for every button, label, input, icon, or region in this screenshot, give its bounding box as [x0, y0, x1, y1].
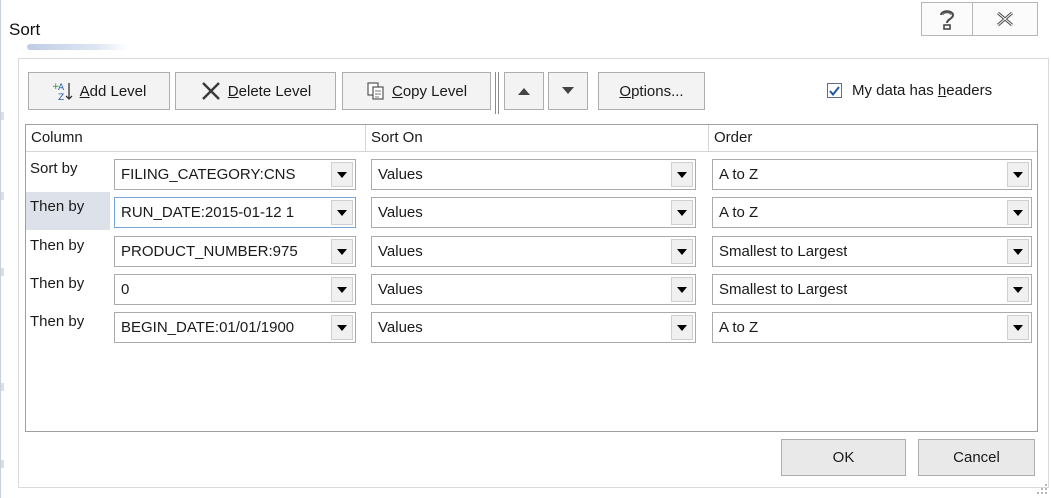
- svg-text:Z: Z: [58, 93, 64, 102]
- dropdown-arrow-icon[interactable]: [331, 239, 353, 264]
- dropdown-arrow-icon[interactable]: [1007, 277, 1029, 302]
- row-label: Then by: [30, 237, 85, 254]
- ok-button[interactable]: OK: [781, 439, 906, 476]
- order-value: A to Z: [719, 204, 759, 221]
- delete-icon: [200, 81, 222, 101]
- copy-level-button[interactable]: Copy Level: [342, 72, 491, 110]
- dropdown-arrow-icon[interactable]: [1007, 200, 1029, 225]
- sort-levels-grid: Column Sort On Order Sort by FILING_CATE…: [25, 124, 1038, 432]
- copy-icon: [366, 81, 386, 101]
- sort-on-value: Values: [378, 243, 423, 260]
- headers-checkbox[interactable]: [827, 83, 842, 98]
- dropdown-arrow-icon[interactable]: [331, 277, 353, 302]
- title-blur: [27, 44, 127, 50]
- sort-level-row[interactable]: Then by RUN_DATE:2015-01-12 1 Values A t…: [26, 192, 1037, 230]
- move-down-icon: [562, 87, 574, 94]
- checkmark-icon: [829, 85, 840, 96]
- delete-level-button[interactable]: Delete Level: [175, 72, 336, 110]
- dialog-title: Sort: [9, 20, 41, 39]
- dropdown-arrow-icon[interactable]: [1007, 239, 1029, 264]
- svg-text:A: A: [58, 83, 65, 93]
- sort-level-row[interactable]: Then by BEGIN_DATE:01/01/1900 Values A t…: [26, 307, 1037, 345]
- move-up-icon: [518, 88, 530, 95]
- order-select[interactable]: A to Z: [712, 312, 1032, 343]
- column-select[interactable]: FILING_CATEGORY:CNS: [114, 159, 356, 190]
- sort-level-row[interactable]: Then by 0 Values Smallest to Largest: [26, 269, 1037, 307]
- dropdown-arrow-icon[interactable]: [1007, 162, 1029, 187]
- sort-on-select[interactable]: Values: [371, 236, 696, 267]
- column-header: Column: [26, 125, 366, 151]
- dropdown-arrow-icon[interactable]: [671, 239, 693, 264]
- close-button[interactable]: [972, 2, 1038, 36]
- sort-level-row[interactable]: Sort by FILING_CATEGORY:CNS Values A to …: [26, 154, 1037, 192]
- row-label: Then by: [30, 275, 85, 292]
- move-up-button[interactable]: [504, 72, 544, 110]
- sort-on-value: Values: [378, 166, 423, 183]
- help-button[interactable]: [921, 2, 973, 36]
- toolbar-separator: [495, 72, 496, 114]
- column-value: 0: [121, 281, 130, 298]
- dropdown-arrow-icon[interactable]: [331, 162, 353, 187]
- toolbar-separator: [498, 72, 499, 114]
- row-label: Then by: [30, 313, 85, 330]
- column-select[interactable]: RUN_DATE:2015-01-12 1: [114, 197, 356, 228]
- column-select[interactable]: PRODUCT_NUMBER:975: [114, 236, 356, 267]
- sort-on-select[interactable]: Values: [371, 312, 696, 343]
- column-value: RUN_DATE:2015-01-12 1: [121, 204, 295, 221]
- dropdown-arrow-icon[interactable]: [331, 315, 353, 340]
- add-level-button[interactable]: + A Z Add Level: [28, 72, 170, 110]
- sort-on-select[interactable]: Values: [371, 159, 696, 190]
- sort-on-header: Sort On: [366, 125, 709, 151]
- dropdown-arrow-icon[interactable]: [671, 277, 693, 302]
- close-icon: [997, 11, 1013, 27]
- dropdown-arrow-icon[interactable]: [671, 162, 693, 187]
- order-header: Order: [714, 129, 753, 146]
- dropdown-arrow-icon[interactable]: [331, 200, 353, 225]
- add-level-label: Add Level: [79, 82, 147, 100]
- order-select[interactable]: A to Z: [712, 197, 1032, 228]
- add-level-icon: + A Z: [52, 80, 74, 102]
- sort-on-value: Values: [378, 281, 423, 298]
- dropdown-arrow-icon[interactable]: [671, 315, 693, 340]
- column-select[interactable]: BEGIN_DATE:01/01/1900: [114, 312, 356, 343]
- move-down-button[interactable]: [548, 72, 588, 110]
- sort-on-select[interactable]: Values: [371, 197, 696, 228]
- order-select[interactable]: Smallest to Largest: [712, 274, 1032, 305]
- order-select[interactable]: A to Z: [712, 159, 1032, 190]
- delete-level-label: Delete Level: [227, 82, 312, 100]
- resize-grip-icon[interactable]: [1036, 483, 1048, 495]
- cancel-button[interactable]: Cancel: [918, 439, 1035, 476]
- dropdown-arrow-icon[interactable]: [671, 200, 693, 225]
- options-label: Options...: [619, 82, 684, 100]
- grid-header: Column Sort On Order: [26, 125, 1037, 152]
- sort-on-value: Values: [378, 204, 423, 221]
- column-value: FILING_CATEGORY:CNS: [121, 166, 296, 183]
- copy-level-label: Copy Level: [391, 82, 468, 100]
- column-value: PRODUCT_NUMBER:975: [121, 243, 298, 260]
- order-value: Smallest to Largest: [719, 243, 848, 260]
- headers-label: My data has headers: [852, 82, 993, 99]
- headers-checkbox-row[interactable]: My data has headers: [827, 82, 992, 99]
- options-button[interactable]: Options...: [598, 72, 705, 110]
- dropdown-arrow-icon[interactable]: [1007, 315, 1029, 340]
- order-value: A to Z: [719, 166, 759, 183]
- help-icon: [940, 10, 955, 30]
- row-label: Then by: [26, 192, 110, 230]
- column-value: BEGIN_DATE:01/01/1900: [121, 319, 295, 336]
- sort-on-value: Values: [378, 319, 423, 336]
- order-value: Smallest to Largest: [719, 281, 848, 298]
- row-label: Sort by: [30, 160, 78, 177]
- order-value: A to Z: [719, 319, 759, 336]
- sort-on-select[interactable]: Values: [371, 274, 696, 305]
- column-select[interactable]: 0: [114, 274, 356, 305]
- order-select[interactable]: Smallest to Largest: [712, 236, 1032, 267]
- sort-dialog: Sort + A Z Add Level Delete Level Copy L…: [0, 0, 1051, 498]
- sort-level-row[interactable]: Then by PRODUCT_NUMBER:975 Values Smalle…: [26, 231, 1037, 269]
